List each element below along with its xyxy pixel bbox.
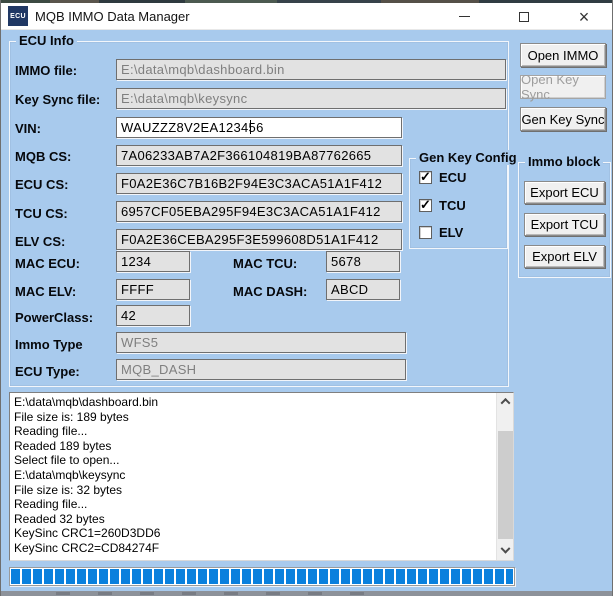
ecu-checkbox[interactable] xyxy=(419,171,432,184)
immo-file-input xyxy=(116,59,506,80)
app-icon[interactable]: ECU xyxy=(8,6,28,26)
window-controls: × xyxy=(434,3,613,30)
open-immo-button[interactable]: Open IMMO xyxy=(520,43,606,67)
text-caret xyxy=(250,120,251,134)
ecu-cs-label: ECU CS: xyxy=(15,177,68,192)
mac-elv-input[interactable] xyxy=(116,279,190,300)
ecu-info-legend: ECU Info xyxy=(16,33,77,48)
log-scrollbar[interactable] xyxy=(496,393,513,560)
progress-bar xyxy=(9,567,515,586)
export-ecu-button[interactable]: Export ECU xyxy=(524,181,605,204)
vin-label: VIN: xyxy=(15,121,41,136)
immo-type-label: Immo Type xyxy=(15,337,83,352)
immo-file-label: IMMO file: xyxy=(15,63,77,78)
ecu-checkbox-label: ECU xyxy=(439,170,466,185)
scroll-thumb[interactable] xyxy=(498,431,513,539)
export-tcu-button[interactable]: Export TCU xyxy=(524,213,605,236)
elv-checkbox-label: ELV xyxy=(439,225,463,240)
gen-key-config-group: Gen Key Config ECU TCU ELV xyxy=(409,158,508,249)
mac-dash-input[interactable] xyxy=(326,279,400,300)
maximize-button[interactable] xyxy=(494,3,554,30)
minimize-icon xyxy=(459,16,470,17)
mac-ecu-input[interactable] xyxy=(116,251,190,272)
ecu-cs-input[interactable] xyxy=(116,173,402,194)
scroll-down-button[interactable] xyxy=(497,543,514,560)
scroll-up-button[interactable] xyxy=(497,393,514,410)
gen-key-sync-button[interactable]: Gen Key Sync xyxy=(520,107,606,131)
mac-dash-label: MAC DASH: xyxy=(233,284,307,299)
progress-fill xyxy=(11,569,513,584)
close-button[interactable]: × xyxy=(554,3,613,30)
title-bar[interactable]: ECU MQB IMMO Data Manager × xyxy=(1,3,613,30)
chevron-down-icon xyxy=(501,544,511,554)
tcu-checkbox-label: TCU xyxy=(439,198,466,213)
key-sync-file-label: Key Sync file: xyxy=(15,92,100,107)
immo-type-input xyxy=(116,332,406,353)
gen-key-config-legend: Gen Key Config xyxy=(416,150,520,165)
immo-block-group: Immo block Export ECU Export TCU Export … xyxy=(518,162,611,278)
mac-elv-label: MAC ELV: xyxy=(15,284,76,299)
elv-cs-input[interactable] xyxy=(116,229,402,250)
checkbox-row-elv[interactable]: ELV xyxy=(419,225,463,240)
power-class-input[interactable] xyxy=(116,305,190,326)
app-window: ECU MQB IMMO Data Manager × ECU Info IMM… xyxy=(0,0,613,596)
checkbox-row-tcu[interactable]: TCU xyxy=(419,198,466,213)
key-sync-file-input xyxy=(116,88,506,109)
window-title: MQB IMMO Data Manager xyxy=(35,9,190,24)
power-class-label: PowerClass: xyxy=(15,310,93,325)
chevron-up-icon xyxy=(501,398,511,408)
mqb-cs-label: MQB CS: xyxy=(15,149,71,164)
elv-checkbox[interactable] xyxy=(419,226,432,239)
tcu-cs-label: TCU CS: xyxy=(15,206,68,221)
mac-ecu-label: MAC ECU: xyxy=(15,256,80,271)
log-output[interactable]: E:\data\mqb\dashboard.binFile size is: 1… xyxy=(14,395,493,556)
minimize-button[interactable] xyxy=(434,3,494,30)
tcu-checkbox[interactable] xyxy=(419,199,432,212)
open-key-sync-button: Open Key Sync xyxy=(520,75,606,99)
mac-tcu-label: MAC TCU: xyxy=(233,256,297,271)
close-icon: × xyxy=(579,12,590,22)
elv-cs-label: ELV CS: xyxy=(15,234,65,249)
vin-input[interactable] xyxy=(116,117,402,138)
tcu-cs-input[interactable] xyxy=(116,201,402,222)
maximize-icon xyxy=(519,12,529,22)
mqb-cs-input[interactable] xyxy=(116,145,402,166)
immo-block-legend: Immo block xyxy=(525,154,603,169)
mac-tcu-input[interactable] xyxy=(326,251,400,272)
ecu-type-label: ECU Type: xyxy=(15,364,80,379)
ecu-type-input xyxy=(116,359,406,380)
log-panel: E:\data\mqb\dashboard.binFile size is: 1… xyxy=(9,392,514,561)
export-elv-button[interactable]: Export ELV xyxy=(524,245,605,268)
checkbox-row-ecu[interactable]: ECU xyxy=(419,170,466,185)
desktop-edge-bottom xyxy=(1,591,613,596)
